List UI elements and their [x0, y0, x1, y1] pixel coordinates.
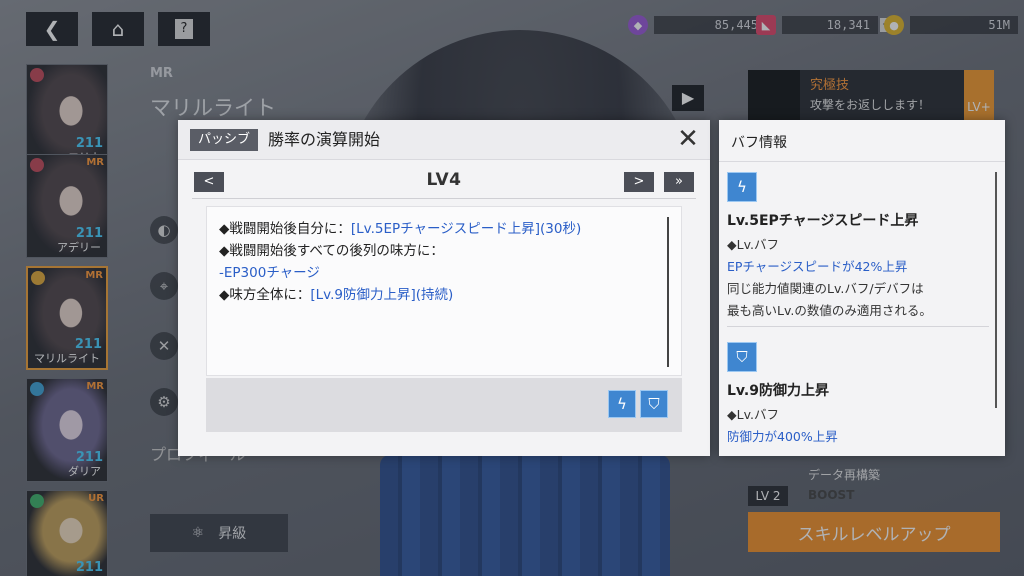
- buff-name: Lv.9防御力上昇: [727, 383, 829, 399]
- description-line: ◆戦闘開始後自分に：[Lv.5EPチャージスピード上昇](30秒): [219, 217, 581, 237]
- close-button[interactable]: ✕: [674, 126, 702, 154]
- buff-info-panel: バフ情報 ϟ Lv.5EPチャージスピード上昇 ◆Lv.バフ EPチャージスピー…: [719, 120, 1005, 456]
- buff-effect-highlight: EPチャージスピード: [727, 259, 843, 274]
- buff-note: 同じ能力値関連のLv.バフ/デバフは: [727, 281, 924, 296]
- description-text: ◆戦闘開始後すべての後列の味方に：: [219, 243, 444, 259]
- description-line: ◆戦闘開始後すべての後列の味方に：: [219, 239, 444, 259]
- description-text: ◆味方全体に：: [219, 287, 311, 303]
- skill-type-badge: パッシブ: [190, 129, 259, 151]
- defense-up-icon[interactable]: ⛉: [640, 390, 668, 418]
- buff-panel-title: バフ情報: [731, 135, 787, 151]
- max-level-button[interactable]: »: [664, 172, 694, 192]
- buff-panel-scrollbar[interactable]: [995, 172, 997, 408]
- buff-effect: 防御力が400%上昇: [727, 426, 838, 445]
- buff-effect-text: が400%上昇: [764, 429, 838, 444]
- description-line: -EP300チャージ: [219, 261, 320, 281]
- buff-type: ◆Lv.バフ: [727, 407, 779, 422]
- close-icon: ✕: [677, 124, 699, 154]
- skill-detail-dialog: パッシブ 勝率の演算開始 ✕ < LV4 > » ◆戦闘開始後自分に：[Lv.5…: [178, 120, 710, 456]
- buff-panel-header: バフ情報: [719, 120, 1005, 162]
- description-highlight: [Lv.9防御力上昇](持続): [310, 287, 454, 303]
- ep-charge-icon[interactable]: ϟ: [608, 390, 636, 418]
- skill-title: 勝率の演算開始: [268, 130, 381, 149]
- defense-up-icon: ⛉: [727, 342, 757, 372]
- buff-effect-highlight: 防御力: [727, 429, 765, 444]
- game-scene: ❮ ⌂ ? ◆ 85,445 ◣ 18,341 + ● 51M 211 エリカ …: [0, 0, 1024, 576]
- description-text: ◆戦闘開始後自分に：: [219, 221, 351, 237]
- ep-charge-icon: ϟ: [727, 172, 757, 202]
- description-scrollbar[interactable]: [667, 217, 669, 367]
- skill-description: ◆戦闘開始後自分に：[Lv.5EPチャージスピード上昇](30秒) ◆戦闘開始後…: [206, 206, 682, 376]
- dialog-header: パッシブ 勝率の演算開始 ✕: [178, 120, 710, 160]
- buff-type: ◆Lv.バフ: [727, 237, 779, 252]
- buff-effect-text: が42%上昇: [842, 259, 908, 274]
- divider: [727, 326, 989, 327]
- description-highlight: [Lv.5EPチャージスピード上昇](30秒): [350, 221, 582, 237]
- buff-icon-tray: ϟ ⛉: [206, 378, 682, 432]
- buff-note: 最も高いLv.の数値のみ適用される。: [727, 303, 932, 318]
- divider: [192, 198, 696, 199]
- description-line: ◆味方全体に：[Lv.9防御力上昇](持続): [219, 283, 453, 303]
- description-highlight: EP300チャージ: [223, 265, 320, 281]
- next-level-button[interactable]: >: [624, 172, 654, 192]
- buff-name: Lv.5EPチャージスピード上昇: [727, 213, 919, 229]
- buff-effect: EPチャージスピードが42%上昇: [727, 256, 907, 275]
